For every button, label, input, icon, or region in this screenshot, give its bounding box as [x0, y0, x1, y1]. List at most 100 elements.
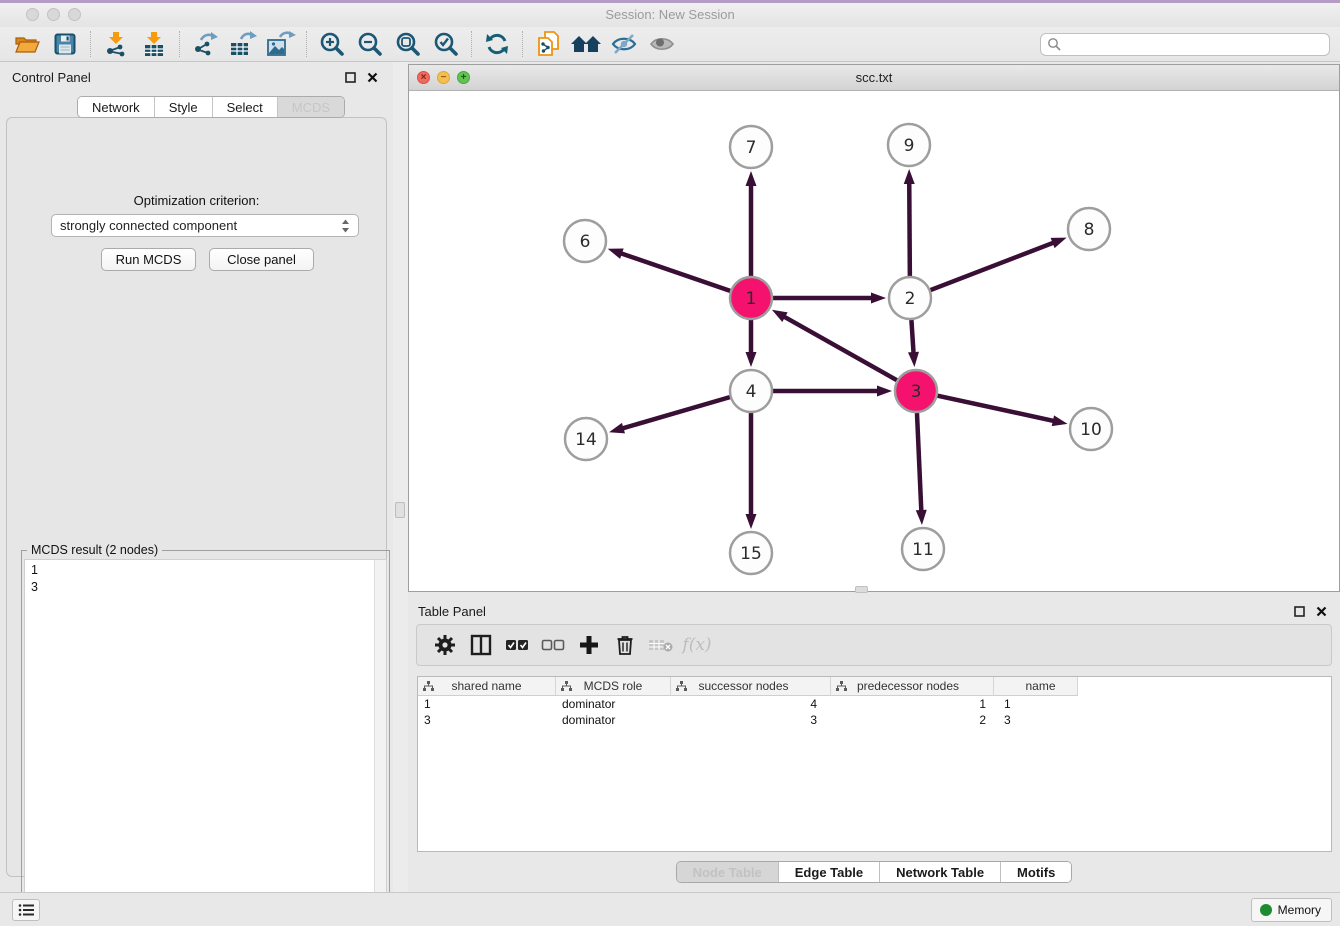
close-panel-button[interactable] [363, 69, 381, 85]
graph-edge-3-1[interactable] [783, 316, 897, 380]
edge-arrowhead [609, 423, 625, 434]
result-scrollbar[interactable] [374, 560, 386, 922]
close-icon [1316, 606, 1327, 617]
table-cell[interactable]: dominator [556, 696, 671, 712]
graph-node-label: 4 [746, 382, 757, 402]
apply-layout-button[interactable] [478, 29, 516, 59]
graph-edge-2-3[interactable] [911, 320, 913, 354]
add-column-button[interactable] [571, 629, 607, 661]
app-title: Session: New Session [0, 7, 1340, 22]
graph-edge-3-11[interactable] [917, 413, 921, 512]
vertical-splitter[interactable] [393, 62, 408, 892]
table-row[interactable]: 1dominator411 [418, 696, 1331, 712]
table-cell[interactable]: 2 [831, 712, 994, 728]
export-network-icon [191, 31, 219, 57]
float-window-icon [345, 72, 356, 83]
float-panel-button[interactable] [341, 69, 359, 85]
graph-edge-1-6[interactable] [620, 253, 730, 291]
table-cell[interactable]: dominator [556, 712, 671, 728]
control-panel-title: Control Panel [12, 70, 91, 85]
network-canvas[interactable]: 7968124314101511 [409, 91, 1339, 591]
graph-node-label: 7 [746, 138, 757, 158]
column-header-successor-nodes[interactable]: successor nodes [671, 677, 831, 696]
table-cell[interactable]: 1 [418, 696, 556, 712]
export-table-button[interactable] [224, 29, 262, 59]
column-header-name[interactable]: name [994, 677, 1078, 696]
table-cell[interactable]: 1 [994, 696, 1078, 712]
toolbar-separator [90, 31, 91, 57]
network-graph[interactable]: 7968124314101511 [409, 91, 1339, 591]
apply-layout-icon [484, 31, 510, 57]
optimization-criterion-select[interactable]: strongly connected component [51, 214, 359, 237]
graph-edge-2-9[interactable] [909, 182, 910, 276]
export-image-button[interactable] [262, 29, 300, 59]
chevron-up-down-icon [341, 219, 350, 233]
export-network-button[interactable] [186, 29, 224, 59]
delete-column-button[interactable] [643, 629, 679, 661]
column-header-mcds-role[interactable]: MCDS role [556, 677, 671, 696]
show-columns-button[interactable] [463, 629, 499, 661]
graph-edge-2-8[interactable] [931, 242, 1055, 290]
table-row[interactable]: 3dominator323 [418, 712, 1331, 728]
run-mcds-button[interactable]: Run MCDS [101, 248, 196, 271]
gear-icon [434, 634, 456, 656]
mcds-panel: Optimization criterion: strongly connect… [6, 117, 387, 877]
network-window-titlebar[interactable]: × − + scc.txt [409, 65, 1339, 91]
float-table-panel-button[interactable] [1290, 603, 1308, 619]
hide-selected-button[interactable] [605, 29, 643, 59]
column-header-shared-name[interactable]: shared name [418, 677, 556, 696]
close-table-panel-button[interactable] [1312, 603, 1330, 619]
tab-edge-table[interactable]: Edge Table [779, 862, 880, 882]
column-header-predecessor-nodes[interactable]: predecessor nodes [831, 677, 994, 696]
save-session-button[interactable] [46, 29, 84, 59]
import-network-button[interactable] [97, 29, 135, 59]
home-browser-button[interactable] [567, 29, 605, 59]
zoom-out-button[interactable] [351, 29, 389, 59]
table-cell[interactable]: 4 [671, 696, 831, 712]
tab-style[interactable]: Style [155, 97, 213, 117]
zoom-selected-button[interactable] [427, 29, 465, 59]
table-cell[interactable]: 3 [418, 712, 556, 728]
edge-arrowhead [746, 514, 757, 529]
tab-node-table[interactable]: Node Table [677, 862, 779, 882]
edge-arrowhead [1051, 238, 1067, 249]
zoom-selected-icon [433, 31, 459, 57]
clone-network-button[interactable] [529, 29, 567, 59]
mcds-result-group: MCDS result (2 nodes) 1 3 [21, 550, 390, 926]
search-input[interactable] [1062, 38, 1329, 52]
graph-node-label: 6 [580, 232, 591, 252]
splitter-grip[interactable] [395, 502, 405, 518]
mcds-result-textarea[interactable]: 1 3 [24, 559, 387, 923]
function-builder-button[interactable]: f(x) [679, 629, 715, 661]
close-panel-action-button[interactable]: Close panel [209, 248, 314, 271]
network-view-title: scc.txt [409, 70, 1339, 85]
tab-mcds[interactable]: MCDS [278, 97, 344, 117]
add-column-icon [579, 635, 599, 655]
graph-node-label: 14 [575, 430, 597, 450]
table-cell[interactable]: 3 [994, 712, 1078, 728]
zoom-in-button[interactable] [313, 29, 351, 59]
deselect-all-rows-button[interactable] [535, 629, 571, 661]
search-field[interactable] [1040, 33, 1330, 56]
tab-network[interactable]: Network [78, 97, 155, 117]
table-settings-button[interactable] [427, 629, 463, 661]
hierarchy-icon [676, 681, 687, 692]
tab-motifs[interactable]: Motifs [1001, 862, 1071, 882]
table-cell[interactable]: 1 [831, 696, 994, 712]
zoom-fit-button[interactable] [389, 29, 427, 59]
show-all-button[interactable] [643, 29, 681, 59]
import-table-button[interactable] [135, 29, 173, 59]
task-history-button[interactable] [12, 899, 40, 921]
tab-select[interactable]: Select [213, 97, 278, 117]
table-cell[interactable]: 3 [671, 712, 831, 728]
delete-button[interactable] [607, 629, 643, 661]
graph-edge-3-10[interactable] [937, 396, 1054, 421]
open-session-button[interactable] [8, 29, 46, 59]
select-all-rows-button[interactable] [499, 629, 535, 661]
search-icon [1047, 37, 1062, 52]
memory-button[interactable]: Memory [1251, 898, 1332, 922]
graph-edge-4-14[interactable] [622, 397, 730, 429]
horizontal-splitter-grip[interactable] [855, 586, 868, 593]
toolbar-separator [179, 31, 180, 57]
tab-network-table[interactable]: Network Table [880, 862, 1001, 882]
